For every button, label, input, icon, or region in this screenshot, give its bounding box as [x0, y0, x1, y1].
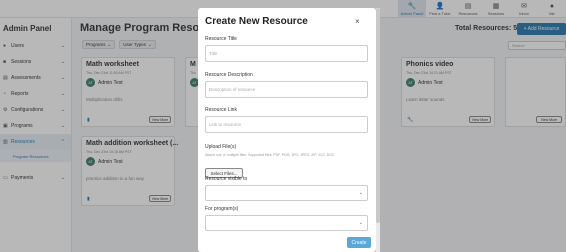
chevron-down-icon: ⌄: [358, 190, 363, 196]
visible-to-select[interactable]: ⌄: [205, 185, 368, 201]
resource-link-label: Resource Link: [205, 107, 237, 113]
create-resource-modal: Create New Resource × Resource Title Tit…: [198, 8, 376, 252]
modal-scrollbar[interactable]: [376, 8, 380, 252]
upload-hint: Attach one or multiple files. Supported …: [205, 153, 335, 157]
create-button[interactable]: Create: [347, 237, 371, 248]
resource-title-label: Resource Title: [205, 36, 237, 42]
resource-title-input[interactable]: Title: [205, 45, 368, 62]
close-icon[interactable]: ×: [355, 18, 360, 26]
resource-description-label: Resource Description: [205, 72, 253, 78]
upload-files-label: Upload File(s): [205, 144, 237, 150]
visible-to-label: Resource visible to: [205, 176, 248, 182]
resource-description-input[interactable]: Description of resource: [205, 81, 368, 98]
scroll-thumb[interactable]: [376, 8, 380, 223]
chevron-down-icon: ⌄: [358, 220, 363, 226]
resource-link-input[interactable]: Link to resource: [205, 116, 368, 133]
for-programs-select[interactable]: ⌄: [205, 215, 368, 231]
modal-title: Create New Resource: [205, 16, 308, 27]
for-programs-label: For program(s): [205, 206, 239, 212]
